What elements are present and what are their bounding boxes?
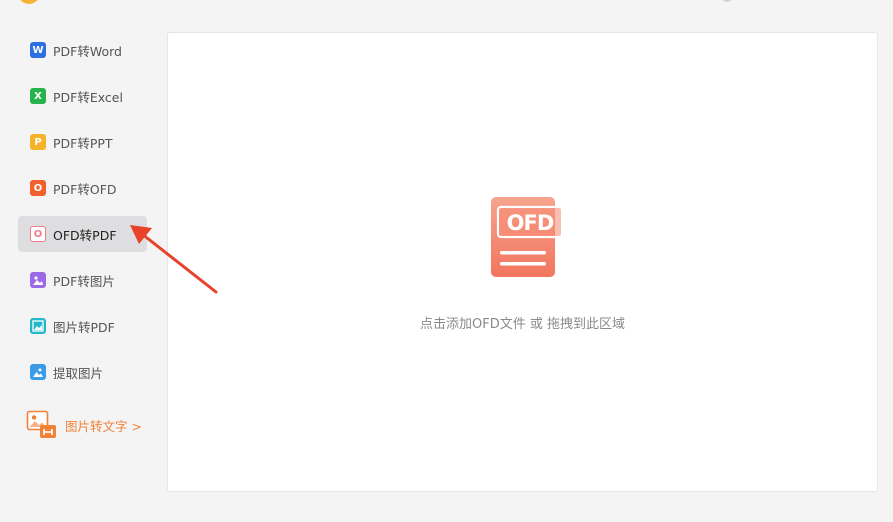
sidebar-item-image-to-pdf[interactable]: 图片转PDF [18, 308, 147, 344]
sidebar-item-extract-image[interactable]: 提取图片 [18, 354, 147, 390]
annotation-arrow-icon [130, 225, 218, 294]
sidebar-item-label: PDF转图片 [53, 273, 115, 289]
app-logo [18, 0, 40, 4]
window-control-icon[interactable] [722, 0, 732, 2]
extract-image-icon [30, 364, 46, 380]
sidebar-item-label: OFD转PDF [53, 227, 117, 243]
ofd-icon: O [30, 180, 46, 196]
ofd-file-icon: OFD [489, 196, 565, 278]
ofd-file-badge: OFD [506, 211, 555, 235]
image-to-text-link[interactable]: 图片转文字 > [26, 410, 142, 440]
image-to-text-icon [26, 410, 58, 440]
image-to-text-label: 图片转文字 > [65, 418, 142, 434]
word-icon: W [30, 42, 46, 58]
sidebar-item-label: PDF转Word [53, 43, 122, 59]
sidebar-item-pdf-to-excel[interactable]: X PDF转Excel [18, 78, 147, 114]
ofd-to-pdf-icon: O [30, 226, 46, 242]
sidebar-item-pdf-to-ppt[interactable]: P PDF转PPT [18, 124, 147, 160]
sidebar-item-label: PDF转Excel [53, 89, 123, 105]
sidebar-item-label: 提取图片 [53, 365, 104, 381]
sidebar-item-label: PDF转PPT [53, 135, 113, 151]
sidebar-item-label: 图片转PDF [53, 319, 115, 335]
pdf-to-image-icon [30, 272, 46, 288]
ppt-icon: P [30, 134, 46, 150]
sidebar-item-pdf-to-word[interactable]: W PDF转Word [18, 32, 147, 68]
sidebar-item-label: PDF转OFD [53, 181, 117, 197]
excel-icon: X [30, 88, 46, 104]
sidebar-item-pdf-to-ofd[interactable]: O PDF转OFD [18, 170, 147, 206]
drop-hint: 点击添加OFD文件 或 拖拽到此区域 [420, 317, 625, 332]
image-to-pdf-icon [30, 318, 46, 334]
file-drop-zone[interactable]: OFD 点击添加OFD文件 或 拖拽到此区域 [167, 32, 878, 492]
